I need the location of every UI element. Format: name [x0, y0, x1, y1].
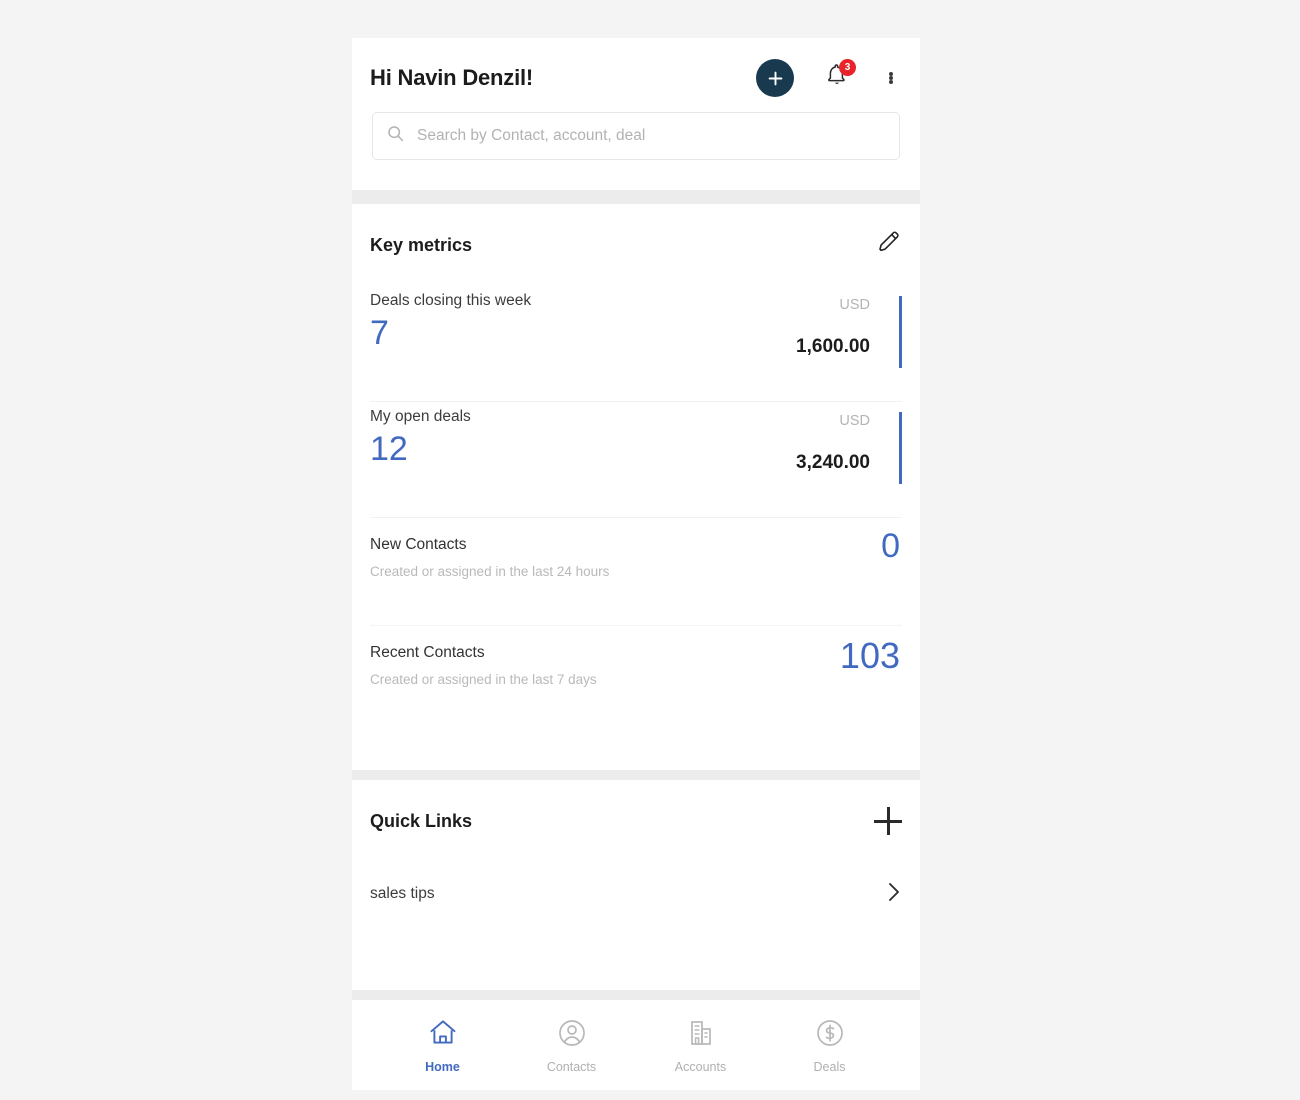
screenshot-canvas: Hi Navin Denzil! 3 Search by Contact, ac… [0, 0, 1300, 1100]
metric-amount: 3,240.00 [796, 451, 870, 473]
metric-row-new-contacts[interactable]: New Contacts Created or assigned in the … [370, 518, 902, 626]
nav-item-accounts[interactable]: Accounts [636, 1018, 765, 1074]
plus-icon [767, 70, 784, 87]
quick-link-label: sales tips [370, 885, 435, 902]
add-quick-link-button[interactable] [874, 807, 902, 835]
page-title: Hi Navin Denzil! [370, 65, 534, 90]
building-icon [686, 1018, 716, 1053]
list-item[interactable]: sales tips [370, 862, 902, 934]
chevron-right-icon [886, 881, 902, 908]
home-icon [428, 1018, 458, 1053]
search-placeholder: Search by Contact, account, deal [417, 127, 646, 144]
metric-row-recent-contacts[interactable]: Recent Contacts Created or assigned in t… [370, 626, 902, 734]
header-actions: 3 [756, 59, 902, 97]
quick-links-title: Quick Links [370, 810, 473, 831]
add-button[interactable] [756, 59, 794, 97]
section-divider [352, 770, 920, 780]
nav-label: Contacts [546, 1060, 597, 1074]
metric-label: Recent Contacts [370, 644, 485, 661]
nav-item-home[interactable]: Home [378, 1018, 507, 1074]
nav-item-deals[interactable]: Deals [765, 1018, 894, 1074]
metric-value: 0 [881, 527, 900, 565]
metric-sublabel: Created or assigned in the last 24 hours [370, 564, 610, 579]
nav-item-contacts[interactable]: Contacts [507, 1018, 636, 1074]
key-metrics-title: Key metrics [370, 234, 473, 255]
bottom-navigation: Home Contacts Accounts Deals [352, 1000, 920, 1090]
key-metrics-card: Key metrics Deals closing this week 7 US… [352, 204, 920, 770]
metric-currency: USD [839, 297, 870, 313]
metric-value: 103 [839, 635, 900, 676]
notification-badge: 3 [839, 59, 856, 76]
user-circle-icon [557, 1018, 587, 1053]
notifications-button[interactable]: 3 [822, 59, 856, 94]
metric-accent-bar [899, 412, 902, 484]
card-spacer [370, 734, 902, 770]
quick-links-card: Quick Links sales tips [352, 780, 920, 990]
metric-amount: 1,600.00 [796, 335, 870, 357]
search-icon [387, 125, 404, 147]
metric-accent-bar [899, 296, 902, 368]
app-header: Hi Navin Denzil! 3 Search by Contact, ac… [352, 38, 920, 190]
quick-links-header: Quick Links [370, 780, 902, 862]
nav-label: Home [425, 1060, 460, 1074]
dollar-circle-icon [815, 1018, 845, 1053]
edit-key-metrics-button[interactable] [875, 229, 902, 261]
more-options-button[interactable] [880, 63, 902, 93]
metric-row-deals-closing[interactable]: Deals closing this week 7 USD 1,600.00 [370, 286, 902, 402]
nav-label: Deals [813, 1060, 846, 1074]
key-metrics-header: Key metrics [370, 204, 902, 286]
metric-amount-group: USD 1,600.00 [796, 298, 886, 356]
metric-amount-group: USD 3,240.00 [796, 414, 886, 472]
more-vertical-icon [889, 72, 893, 84]
section-divider [352, 190, 920, 204]
section-divider [352, 990, 920, 1000]
nav-label: Accounts [674, 1060, 727, 1074]
header-top-row: Hi Navin Denzil! 3 [370, 38, 902, 110]
metric-currency: USD [839, 413, 870, 429]
search-input[interactable]: Search by Contact, account, deal [372, 112, 900, 160]
mobile-app-frame: Hi Navin Denzil! 3 Search by Contact, ac… [352, 38, 920, 1090]
pencil-icon [875, 231, 902, 260]
card-spacer [370, 934, 902, 990]
metric-label: New Contacts [370, 536, 467, 553]
metric-row-my-open-deals[interactable]: My open deals 12 USD 3,240.00 [370, 402, 902, 518]
metric-sublabel: Created or assigned in the last 7 days [370, 672, 597, 687]
